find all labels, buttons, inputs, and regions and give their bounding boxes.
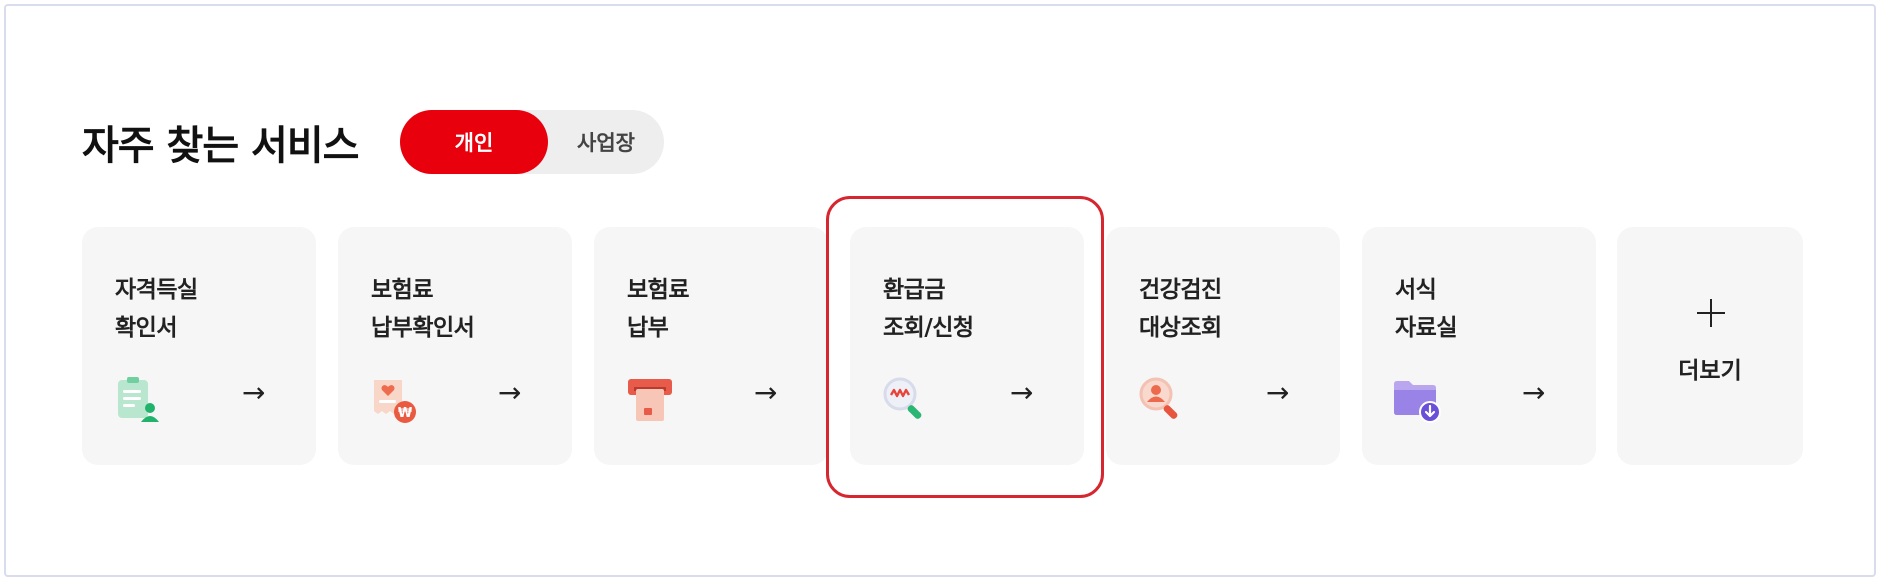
refund-search-icon — [883, 377, 922, 419]
service-card-premium-payment[interactable]: 보험료 납부 → — [594, 227, 828, 465]
folder-download-icon — [1394, 381, 1441, 423]
arrow-right-icon: → — [498, 376, 522, 409]
card-label: 자격득실 확인서 — [115, 277, 198, 341]
service-card-forms-library[interactable]: 서식 자료실 → — [1362, 227, 1596, 465]
service-card-premium-certificate[interactable]: 보험료 납부확인서 ₩ → — [338, 227, 572, 465]
card-payment-icon — [628, 379, 672, 421]
arrow-right-icon: → — [1522, 376, 1546, 409]
toggle-personal[interactable]: 개인 — [400, 110, 548, 174]
svg-text:₩: ₩ — [398, 406, 413, 421]
more-label: 더보기 — [1678, 358, 1742, 384]
section-title: 자주 찾는 서비스 — [82, 123, 359, 169]
checkup-search-icon — [1139, 377, 1178, 419]
arrow-right-icon: → — [1266, 376, 1290, 409]
card-label: 보험료 납부 — [627, 277, 689, 341]
user-type-toggle: 개인 사업장 — [400, 110, 664, 174]
arrow-right-icon: → — [242, 376, 266, 409]
section-header: 자주 찾는 서비스 — [82, 111, 359, 173]
card-label: 환급금 조회/신청 — [883, 277, 974, 341]
card-label: 건강검진 대상조회 — [1139, 277, 1222, 341]
card-label: 서식 자료실 — [1395, 277, 1457, 341]
arrow-right-icon: → — [754, 376, 778, 409]
arrow-right-icon: → — [1010, 376, 1034, 409]
plus-icon — [1697, 299, 1725, 327]
toggle-business[interactable]: 사업장 — [548, 110, 664, 174]
service-card-qualification[interactable]: 자격득실 확인서 → — [82, 227, 316, 465]
receipt-won-icon: ₩ — [374, 380, 416, 423]
certificate-user-icon — [118, 377, 159, 422]
more-services-button[interactable]: 더보기 — [1617, 227, 1803, 465]
service-card-health-checkup[interactable]: 건강검진 대상조회 → — [1106, 227, 1340, 465]
card-label: 보험료 납부확인서 — [371, 277, 475, 341]
service-card-refund[interactable]: 환급금 조회/신청 → — [850, 227, 1084, 465]
